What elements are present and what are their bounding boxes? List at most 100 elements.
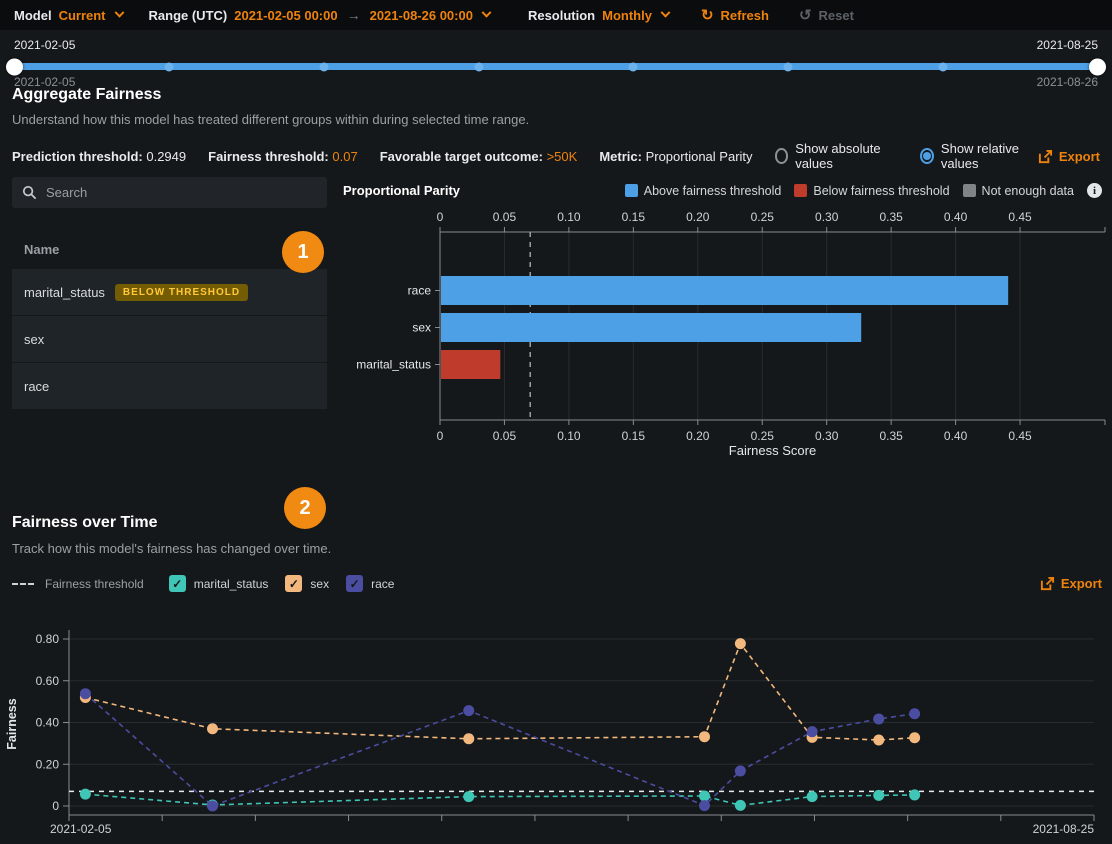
checkbox-checked-icon[interactable]: ✓	[346, 575, 363, 592]
svg-text:0.40: 0.40	[944, 429, 968, 443]
svg-text:0.40: 0.40	[944, 210, 968, 224]
proportional-parity-bar-chart: 000.050.050.100.100.150.150.200.200.250.…	[340, 205, 1112, 467]
prediction-threshold-label: Prediction threshold:	[12, 149, 143, 164]
top-toolbar: Model Current Range (UTC) 2021-02-05 00:…	[0, 0, 1112, 30]
date-range-picker[interactable]: Range (UTC) 2021-02-05 00:00 → 2021-08-2…	[149, 7, 490, 23]
slider-handle-end[interactable]	[1089, 58, 1106, 75]
checkbox-label: sex	[310, 577, 329, 591]
time-range-slider-track[interactable]	[14, 63, 1098, 70]
chevron-down-icon	[482, 7, 492, 17]
checkbox-marital-status[interactable]: ✓ marital_status	[169, 575, 269, 592]
aggregate-fairness-description: Understand how this model has treated di…	[12, 112, 529, 127]
svg-text:0: 0	[437, 429, 444, 443]
fairness-threshold-value: 0.07	[332, 149, 357, 164]
favorable-outcome-value: >50K	[547, 149, 578, 164]
prediction-threshold: Prediction threshold: 0.2949	[12, 149, 186, 164]
below-threshold-badge: BELOW THRESHOLD	[115, 284, 248, 301]
aggregate-fairness-title: Aggregate Fairness	[12, 86, 161, 104]
slider-end-date-label: 2021-08-25	[1037, 38, 1098, 52]
svg-text:0.20: 0.20	[36, 757, 60, 771]
model-selector[interactable]: Model Current	[14, 8, 123, 23]
checkbox-label: marital_status	[194, 577, 269, 591]
checkbox-sex[interactable]: ✓ sex	[285, 575, 329, 592]
list-item-marital-status[interactable]: marital_status BELOW THRESHOLD	[12, 269, 327, 316]
svg-text:Fairness Score: Fairness Score	[729, 443, 816, 458]
radio-absolute-label: Show absolute values	[795, 141, 898, 171]
svg-text:0.45: 0.45	[1008, 429, 1032, 443]
search-box[interactable]	[12, 177, 327, 208]
svg-text:0.10: 0.10	[557, 210, 581, 224]
line-chart-legend: Fairness threshold ✓ marital_status ✓ se…	[12, 575, 394, 592]
list-item-sex[interactable]: sex	[12, 316, 327, 363]
refresh-button[interactable]: ↻ Refresh	[701, 6, 769, 24]
reset-button[interactable]: ↺ Reset	[799, 6, 854, 24]
svg-text:0.25: 0.25	[751, 210, 775, 224]
legend-label: Above fairness threshold	[644, 184, 782, 198]
svg-text:0.30: 0.30	[815, 429, 839, 443]
feature-list: marital_status BELOW THRESHOLD sex race	[12, 269, 327, 410]
model-label: Model	[14, 8, 52, 23]
reset-icon: ↺	[799, 6, 812, 24]
model-value[interactable]: Current	[59, 8, 106, 23]
svg-text:0.45: 0.45	[1008, 210, 1032, 224]
export-button[interactable]: Export	[1038, 149, 1100, 164]
legend-swatch-red	[794, 184, 807, 197]
svg-text:0.25: 0.25	[751, 429, 775, 443]
export-button-label: Export	[1061, 576, 1102, 591]
svg-text:2021-08-25: 2021-08-25	[1033, 822, 1095, 836]
step-1-marker: 1	[282, 231, 324, 273]
svg-text:race: race	[408, 284, 432, 298]
list-item-race[interactable]: race	[12, 363, 327, 410]
favorable-outcome: Favorable target outcome: >50K	[380, 149, 578, 164]
slider-start-date-label: 2021-02-05	[14, 38, 75, 52]
export-icon	[1038, 149, 1053, 164]
feature-name: marital_status	[24, 285, 105, 300]
range-end-value[interactable]: 2021-08-26 00:00	[370, 8, 473, 23]
feature-name: race	[24, 379, 49, 394]
svg-text:0.20: 0.20	[686, 210, 710, 224]
arrow-right-icon: →	[347, 7, 361, 23]
svg-text:0.10: 0.10	[557, 429, 581, 443]
range-start-value[interactable]: 2021-02-05 00:00	[234, 8, 337, 23]
step-2-marker: 2	[284, 487, 326, 529]
export-icon	[1040, 576, 1055, 591]
slider-tick-dot	[784, 62, 793, 71]
search-input[interactable]	[46, 185, 317, 200]
prediction-threshold-value: 0.2949	[146, 149, 186, 164]
radio-button-icon[interactable]	[775, 148, 789, 164]
legend-label: Below fairness threshold	[813, 184, 949, 198]
resolution-value[interactable]: Monthly	[602, 8, 652, 23]
slider-tick-dot	[474, 62, 483, 71]
threshold-legend-label: Fairness threshold	[45, 577, 144, 591]
favorable-outcome-label: Favorable target outcome:	[380, 149, 543, 164]
checkbox-checked-icon[interactable]: ✓	[169, 575, 186, 592]
slider-tick-dot	[939, 62, 948, 71]
info-icon[interactable]: i	[1087, 183, 1102, 198]
fairness-over-time-line-chart: 00.200.400.600.802021-02-052021-08-25Fai…	[0, 614, 1112, 844]
checkbox-checked-icon[interactable]: ✓	[285, 575, 302, 592]
resolution-selector[interactable]: Resolution Monthly	[528, 8, 669, 23]
metric: Metric: Proportional Parity	[599, 149, 752, 164]
radio-show-absolute[interactable]: Show absolute values	[775, 141, 899, 171]
legend-label: Not enough data	[982, 184, 1074, 198]
checkbox-label: race	[371, 577, 394, 591]
slider-range-max-label: 2021-08-26	[1037, 75, 1098, 89]
bar-chart-legend: Above fairness threshold Below fairness …	[625, 183, 1102, 198]
export-button-line-chart[interactable]: Export	[1040, 576, 1102, 591]
legend-below-threshold: Below fairness threshold	[794, 184, 949, 198]
radio-show-relative[interactable]: Show relative values	[920, 141, 1038, 171]
svg-text:0.60: 0.60	[36, 674, 60, 688]
slider-handle-start[interactable]	[6, 58, 23, 75]
legend-swatch-blue	[625, 184, 638, 197]
fairness-dashboard: Model Current Range (UTC) 2021-02-05 00:…	[0, 0, 1112, 844]
refresh-icon: ↻	[701, 6, 714, 24]
svg-text:0.30: 0.30	[815, 210, 839, 224]
fairness-threshold-label: Fairness threshold:	[208, 149, 329, 164]
svg-text:sex: sex	[412, 321, 431, 335]
reset-button-label: Reset	[819, 8, 854, 23]
checkbox-race[interactable]: ✓ race	[346, 575, 394, 592]
resolution-label: Resolution	[528, 8, 595, 23]
radio-button-selected-icon[interactable]	[920, 148, 934, 164]
chevron-down-icon	[114, 7, 124, 17]
metric-value: Proportional Parity	[646, 149, 753, 164]
